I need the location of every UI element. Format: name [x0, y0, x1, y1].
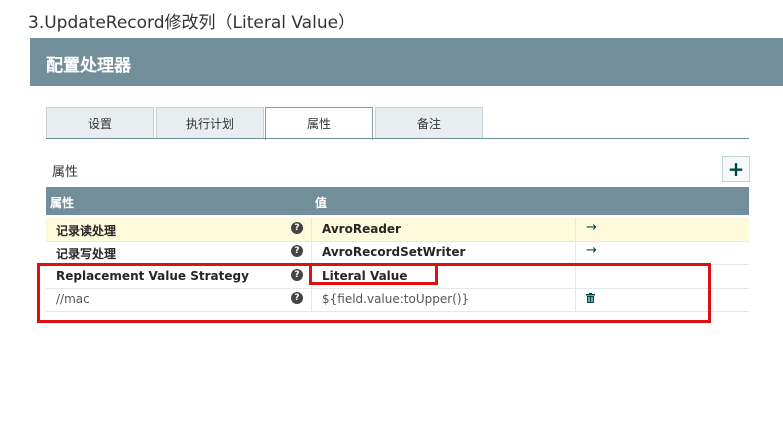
tab-underline — [46, 138, 749, 139]
column-divider — [575, 218, 576, 241]
tab-comments[interactable]: 备注 — [375, 107, 483, 138]
page-heading: 3.UpdateRecord修改列（Literal Value） — [28, 13, 356, 33]
tab-settings[interactable]: 设置 — [46, 107, 154, 138]
properties-section-label: 属性 — [52, 165, 79, 180]
tab-properties[interactable]: 属性 — [265, 107, 373, 140]
property-value[interactable]: AvroRecordSetWriter — [322, 245, 465, 259]
dialog-title: 配置处理器 — [46, 56, 131, 76]
tab-scheduling[interactable]: 执行计划 — [156, 107, 264, 138]
column-divider — [311, 218, 312, 241]
property-name: 记录写处理 — [56, 247, 117, 261]
column-divider — [575, 241, 576, 264]
add-property-button[interactable]: + — [722, 156, 750, 182]
table-row[interactable]: 记录读处理 ? AvroReader → — [46, 218, 749, 242]
column-divider — [311, 241, 312, 264]
properties-table-header: 属性 值 — [46, 187, 749, 215]
column-header-name: 属性 — [50, 196, 75, 210]
help-icon[interactable]: ? — [291, 222, 303, 234]
property-name: 记录读处理 — [56, 224, 117, 238]
column-header-value: 值 — [315, 196, 328, 210]
property-value[interactable]: AvroReader — [322, 222, 401, 236]
help-icon[interactable]: ? — [291, 245, 303, 257]
arrow-right-icon[interactable]: → — [586, 220, 597, 235]
table-row[interactable]: 记录写处理 ? AvroRecordSetWriter → — [46, 241, 749, 265]
arrow-right-icon[interactable]: → — [586, 243, 597, 258]
dialog-header: 配置处理器 — [30, 38, 783, 86]
annotation-box-value — [309, 263, 438, 285]
